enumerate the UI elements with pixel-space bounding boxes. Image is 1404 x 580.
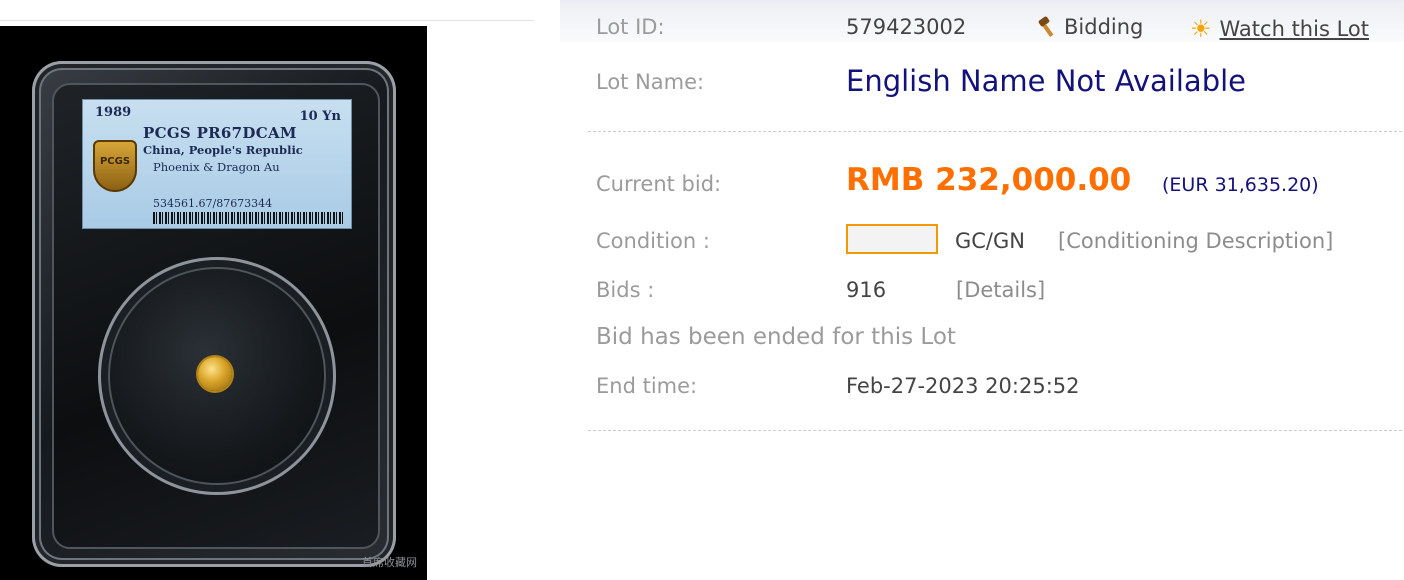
current-bid-amount: RMB 232,000.00 [846,162,1132,198]
slab-label: 1989 10 Yn PCGS PCGS PR67DCAM China, Peo… [82,99,352,229]
watch-lot-link[interactable]: Watch this Lot [1220,17,1369,41]
coin-capsule [98,257,336,495]
lot-status: Bidding [1036,15,1143,39]
lot-name-label: Lot Name: [596,70,705,94]
slab-barcode [153,212,343,224]
current-bid-eur: (EUR 31,635.20) [1162,174,1319,196]
pcgs-logo-text: PCGS [99,156,131,167]
end-time-value: Feb-27-2023 20:25:52 [846,374,1080,398]
gold-coin [198,357,232,391]
current-bid-label: Current bid: [596,172,722,196]
hammer-icon [1036,16,1058,38]
sun-icon: ☀ [1190,15,1212,43]
bids-label: Bids : [596,278,655,302]
watch-lot[interactable]: ☀ Watch this Lot [1190,15,1369,43]
condition-description-link[interactable]: [Conditioning Description] [1058,229,1333,253]
slab-country: China, People's Republic [143,143,303,157]
condition-label: Condition : [596,229,710,253]
lot-id-value: 579423002 [846,15,967,39]
condition-grade: GC/GN [955,229,1025,253]
slab-inner: 1989 10 Yn PCGS PCGS PR67DCAM China, Peo… [52,83,380,549]
bids-count: 916 [846,278,887,302]
slab-cert-number: 534561.67/87673344 [153,197,273,210]
bid-ended-message: Bid has been ended for this Lot [596,324,956,350]
slab-variety: Phoenix & Dragon Au [153,160,280,174]
section-divider [588,131,1402,132]
condition-box [846,224,938,254]
bottom-divider [588,430,1402,431]
slab-year: 1989 [95,105,132,120]
lot-name-value: English Name Not Available [846,64,1246,98]
slab-grade: PCGS PR67DCAM [143,124,297,142]
image-watermark: 首席收藏网 [362,556,417,569]
top-divider [0,20,534,21]
lot-status-text: Bidding [1064,15,1144,39]
lot-id-label: Lot ID: [596,15,665,39]
pcgs-shield-logo: PCGS [93,140,137,192]
slab-denomination: 10 Yn [299,109,341,124]
coin-slab: 1989 10 Yn PCGS PCGS PR67DCAM China, Peo… [32,61,396,567]
bids-details-link[interactable]: [Details] [956,278,1045,302]
end-time-label: End time: [596,374,698,398]
lot-image[interactable]: 1989 10 Yn PCGS PCGS PR67DCAM China, Peo… [0,26,427,580]
